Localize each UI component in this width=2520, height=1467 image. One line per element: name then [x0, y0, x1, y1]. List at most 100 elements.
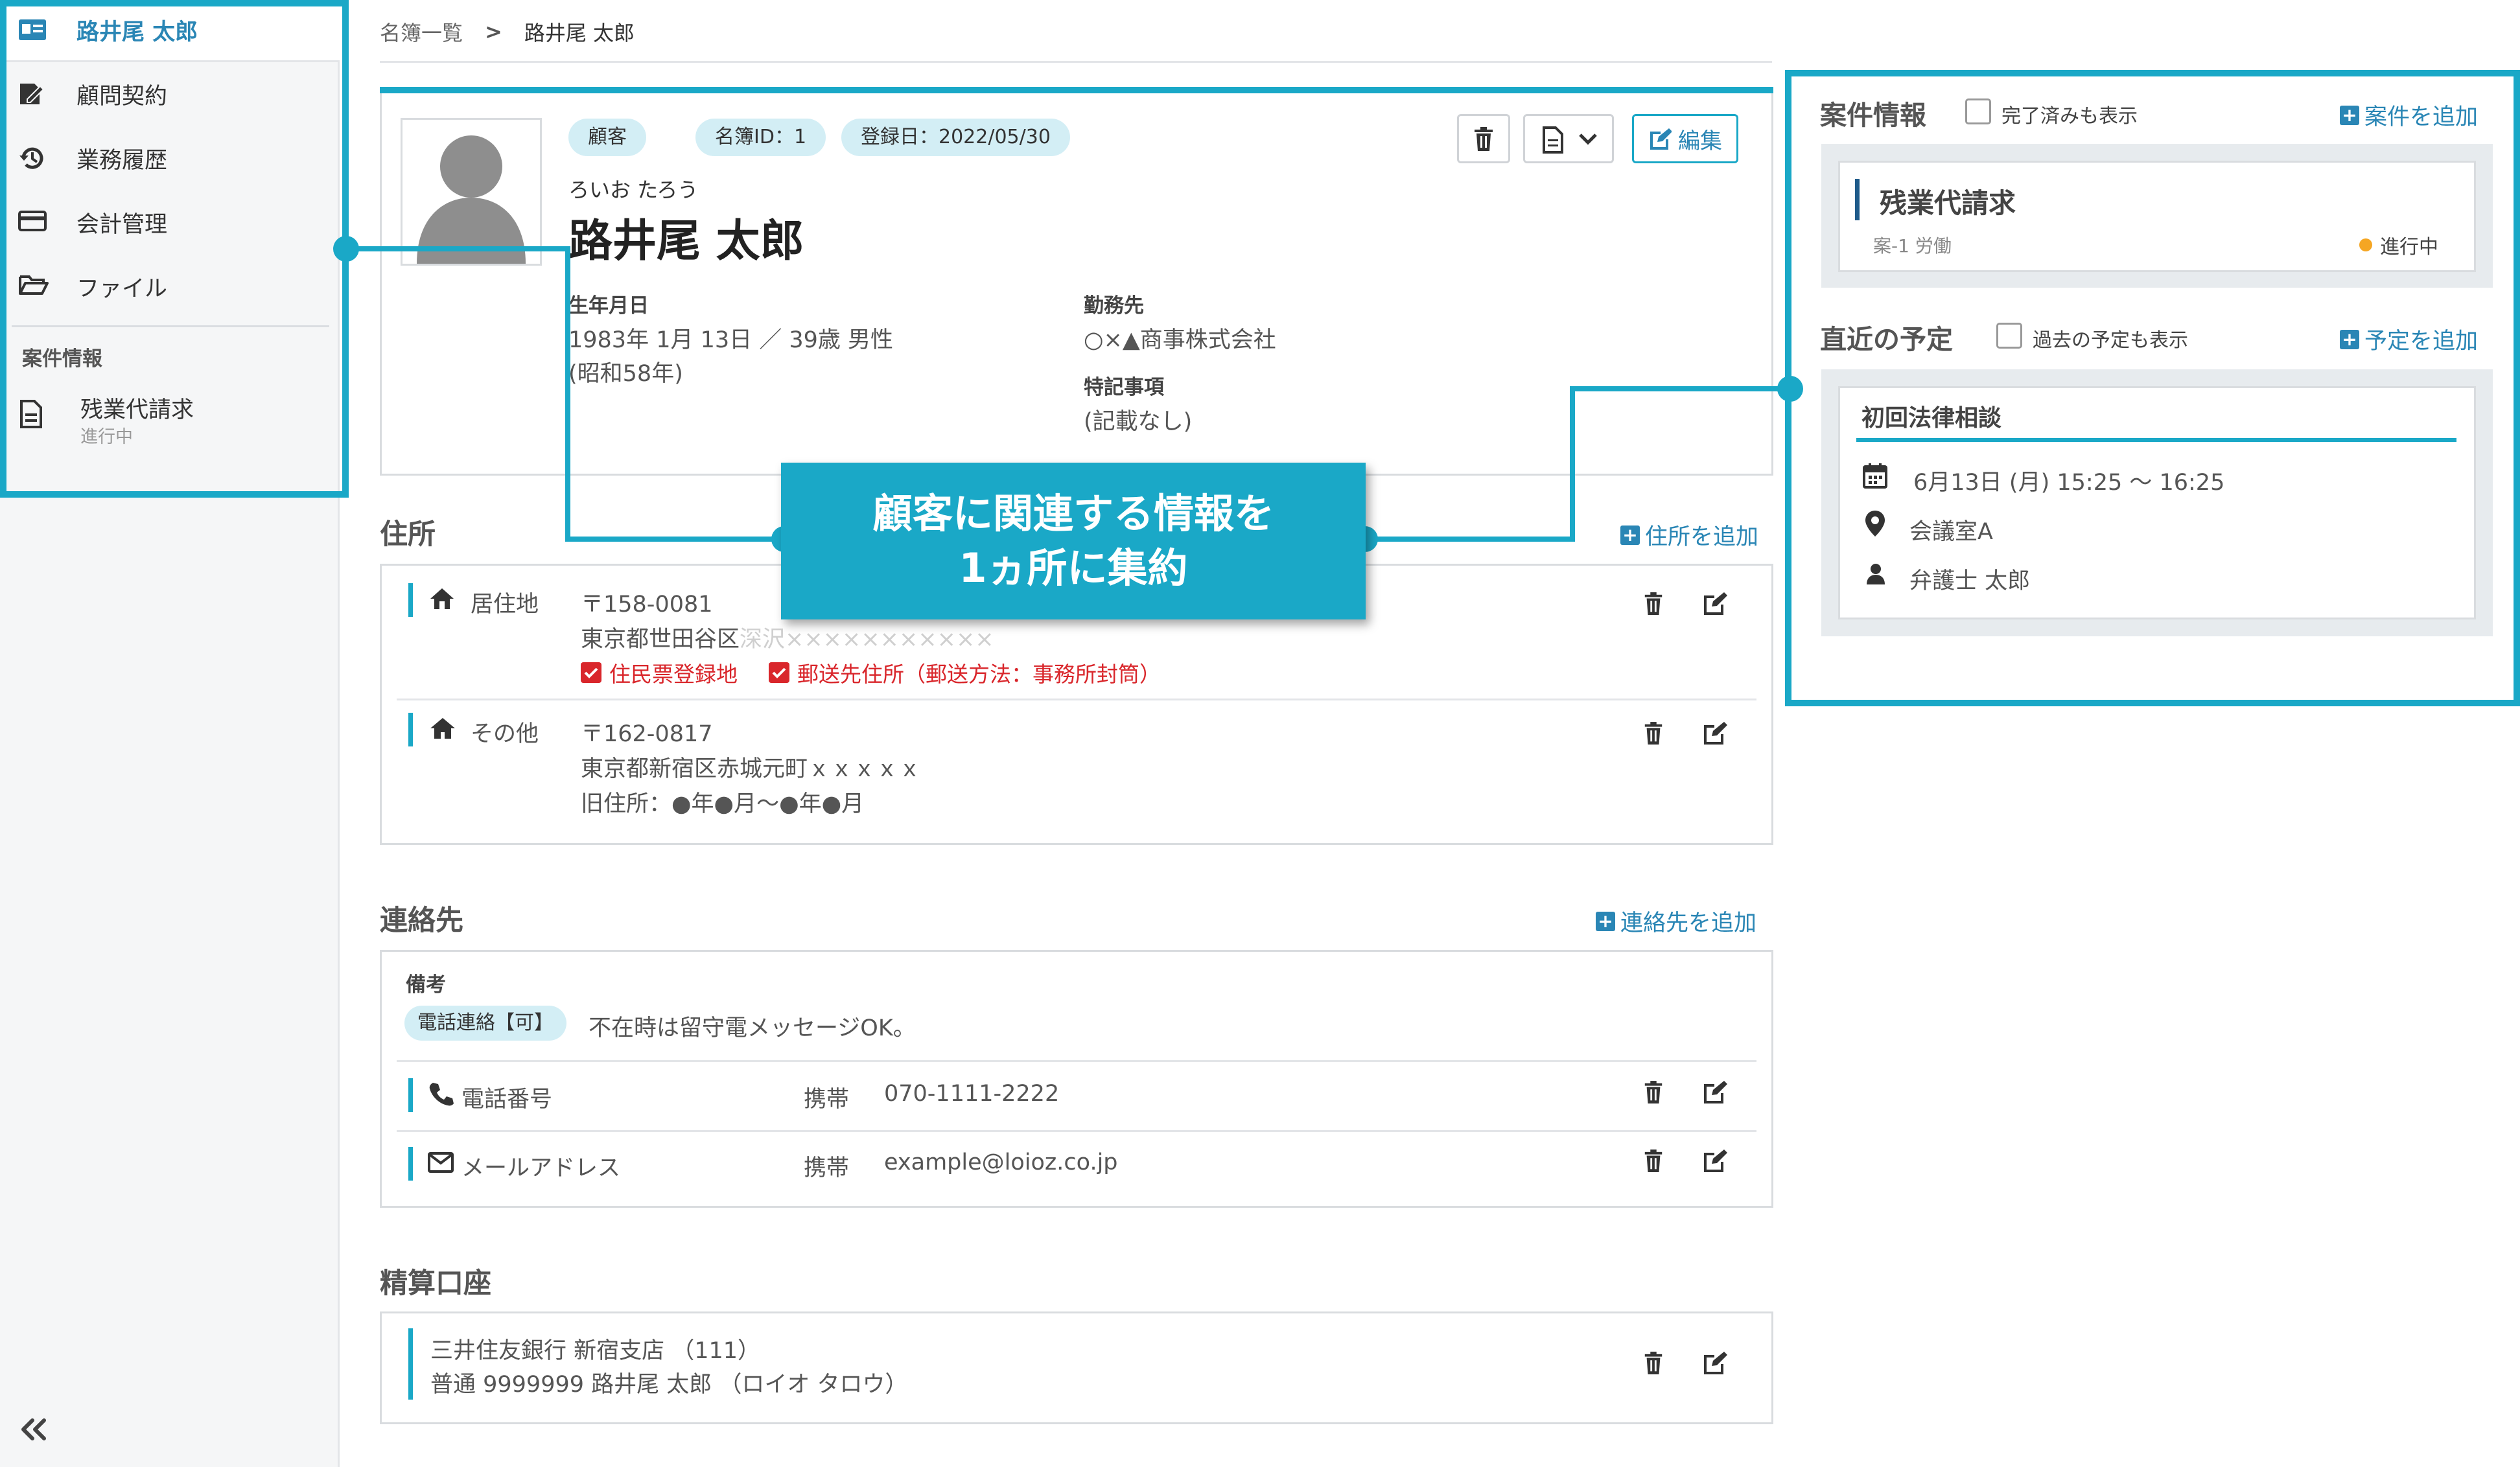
avatar — [401, 118, 542, 266]
address-line: 東京都新宿区赤城元町ｘｘｘｘｘ — [581, 756, 922, 782]
add-contact-label: 連絡先を追加 — [1620, 910, 1757, 936]
contacts-note-text: 不在時は留守電メッセージOK。 — [589, 1015, 916, 1041]
delete-address-button[interactable] — [1642, 721, 1670, 750]
contact-kind: 携帯 — [804, 1155, 850, 1181]
callout-box: 顧客に関連する情報を 1ヵ所に集約 — [781, 463, 1366, 619]
plus-icon: + — [1620, 525, 1640, 545]
contact-value[interactable]: 070-1111-2222 — [884, 1081, 1059, 1107]
name-kana: ろいお たろう — [568, 178, 699, 202]
delete-contact-button[interactable] — [1642, 1148, 1670, 1178]
trash-icon — [1644, 1352, 1662, 1374]
phone-icon — [428, 1081, 454, 1107]
edit-address-button[interactable] — [1702, 721, 1729, 750]
trash-icon — [1644, 722, 1662, 745]
chevron-down-icon — [1578, 133, 1598, 146]
contact-bar — [408, 1078, 413, 1112]
edit-label: 編集 — [1678, 128, 1722, 154]
connector-left-h2 — [565, 537, 784, 542]
address-line-faded: 深沢××××××××××× — [740, 627, 994, 653]
address-line-text: 東京都世田谷区 — [581, 627, 740, 653]
contact-value[interactable]: example@loioz.co.jp — [884, 1149, 1118, 1175]
delete-contact-button[interactable] — [1642, 1080, 1670, 1109]
sidebar-highlight-frame — [0, 0, 349, 498]
add-address-link[interactable]: + 住所を追加 — [1620, 518, 1758, 551]
address-bar — [408, 713, 413, 746]
birth-value: 1983年 1月 13日 ／ 39歳 男性 — [568, 327, 894, 353]
address-flags: 住民票登録地 郵送先住所（郵送方法：事務所封筒） — [581, 657, 1161, 688]
breadcrumb-parent[interactable]: 名簿一覧 — [380, 17, 463, 47]
address-line: 東京都世田谷区 深沢××××××××××× — [581, 621, 994, 654]
row-divider — [397, 699, 1756, 700]
callout-line2: 1ヵ所に集約 — [959, 544, 1188, 592]
connector-dot — [333, 236, 359, 262]
envelope-icon — [428, 1152, 454, 1173]
contact-label: 電話番号 — [461, 1087, 553, 1113]
connector-right-h2 — [1570, 386, 1793, 391]
edit-contact-button[interactable] — [1702, 1080, 1729, 1109]
address-old: 旧住所：●年●月～●年●月 — [581, 791, 865, 817]
edit-icon — [1648, 128, 1672, 150]
checkbox-checked-icon — [769, 662, 789, 683]
contacts-note-label: 備考 — [406, 973, 446, 997]
edit-address-button[interactable] — [1702, 591, 1729, 621]
flag-resident-registration: 住民票登録地 — [609, 662, 738, 687]
phone-permission-tag: 電話連絡【可】 — [404, 1006, 566, 1041]
edit-icon — [1704, 1081, 1727, 1103]
delete-address-button[interactable] — [1642, 591, 1670, 621]
tag-customer: 顧客 — [568, 119, 646, 156]
bank-title: 精算口座 — [380, 1267, 491, 1300]
connector-right-v — [1570, 386, 1575, 542]
contacts-title: 連絡先 — [380, 905, 463, 937]
profile-highlight-top — [380, 87, 1773, 93]
address-postal: 〒158-0081 — [581, 592, 713, 618]
callout-line1: 顧客に関連する情報を — [872, 490, 1274, 537]
address-type: その他 — [471, 721, 539, 747]
edit-icon — [1704, 722, 1727, 745]
work-value: ○×▲商事株式会社 — [1084, 327, 1276, 353]
notes-label: 特記事項 — [1084, 376, 1164, 399]
trash-icon — [1472, 126, 1495, 152]
home-icon — [429, 587, 455, 610]
trash-icon — [1644, 1081, 1662, 1103]
home-icon — [429, 717, 456, 740]
birth-era: (昭和58年) — [568, 361, 683, 387]
trash-icon — [1644, 1149, 1662, 1172]
breadcrumb-divider — [380, 61, 1772, 63]
name-title: 路井尾 太郎 — [568, 216, 804, 267]
contact-kind: 携帯 — [804, 1087, 850, 1113]
address-title: 住所 — [380, 518, 436, 551]
document-menu-button[interactable] — [1523, 114, 1614, 163]
edit-contact-button[interactable] — [1702, 1148, 1729, 1178]
double-chevron-left-icon[interactable] — [18, 1416, 49, 1442]
edit-icon — [1704, 1149, 1727, 1172]
tag-registered-date: 登録日：2022/05/30 — [841, 119, 1070, 156]
edit-button[interactable]: 編集 — [1632, 114, 1738, 163]
breadcrumb: 名簿一覧 > 路井尾 太郎 — [380, 17, 635, 47]
notes-value: (記載なし) — [1084, 409, 1193, 435]
connector-dot — [1777, 376, 1803, 402]
edit-icon — [1704, 1352, 1727, 1374]
tag-roster-id: 名簿ID：1 — [695, 119, 826, 156]
row-divider — [397, 1060, 1756, 1062]
bank-bar — [408, 1328, 413, 1400]
right-panel-highlight-frame — [1785, 70, 2520, 706]
connector-left-v — [565, 246, 570, 542]
breadcrumb-current: 路井尾 太郎 — [524, 21, 635, 45]
breadcrumb-separator: > — [485, 19, 502, 44]
add-contact-link[interactable]: + 連絡先を追加 — [1596, 905, 1756, 938]
bank-branch: 三井住友銀行 新宿支店 （111） — [430, 1338, 761, 1364]
edit-bank-button[interactable] — [1702, 1350, 1729, 1380]
address-type: 居住地 — [471, 592, 539, 618]
contact-label: メールアドレス — [461, 1155, 621, 1181]
checkbox-checked-icon — [581, 662, 601, 683]
connector-left-h1 — [346, 246, 570, 251]
delete-button[interactable] — [1457, 114, 1510, 163]
delete-bank-button[interactable] — [1642, 1350, 1670, 1380]
file-icon — [1542, 126, 1564, 154]
trash-icon — [1644, 592, 1662, 615]
edit-icon — [1704, 592, 1727, 615]
contact-bar — [408, 1147, 413, 1181]
connector-right-h1 — [1361, 537, 1575, 542]
address-bar — [408, 583, 413, 617]
row-divider — [397, 1130, 1756, 1132]
